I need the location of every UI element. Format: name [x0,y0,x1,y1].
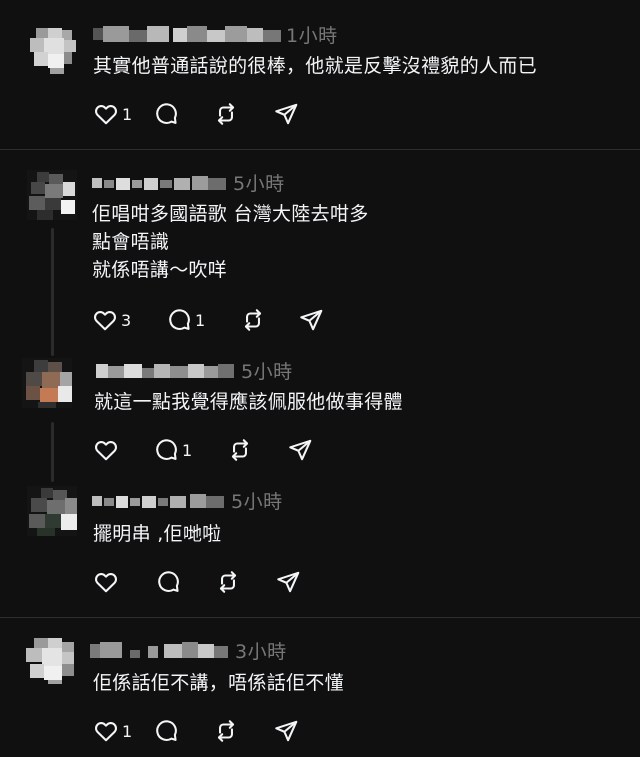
send-icon [289,439,312,461]
action-bar: 1 [93,718,313,744]
comment-bubble-icon [158,571,179,592]
like-button[interactable] [93,437,153,463]
comment-line: 其實他普通話說的很棒，他就是反擊沒禮貌的人而已 [93,55,537,77]
avatar[interactable] [28,24,78,74]
comment-bubble-icon [156,720,177,741]
send-icon [275,103,298,125]
divider [0,149,640,150]
send-icon [300,309,323,331]
like-button[interactable] [93,569,155,595]
reply-button[interactable]: 1 [153,437,227,463]
action-bar: 3 1 [92,307,338,333]
share-button[interactable] [273,718,313,744]
thread-line [51,228,54,356]
thread-line [51,422,54,482]
repost-icon [244,309,262,331]
action-bar: 1 [93,101,313,127]
like-count: 1 [122,104,133,124]
comment-line: 點會唔識 [92,231,170,253]
like-count: 1 [122,721,133,741]
reply-button[interactable] [153,718,213,744]
reply-count: 1 [182,440,193,460]
share-button[interactable] [298,307,338,333]
heart-icon [95,722,117,742]
like-button[interactable]: 1 [93,718,153,744]
divider [0,617,640,618]
reply-button[interactable] [153,101,213,127]
timestamp: 3小時 [235,640,287,663]
timestamp: 1小時 [286,24,338,47]
reply-count: 1 [195,310,206,330]
username[interactable] [96,360,238,380]
repost-button[interactable] [227,437,287,463]
like-count: 3 [121,310,132,330]
heart-icon [95,441,117,461]
repost-icon [217,720,235,742]
timestamp: 5小時 [241,360,293,383]
timestamp: 5小時 [233,172,285,195]
repost-button[interactable] [213,718,273,744]
comment-bubble-icon [169,309,190,330]
share-button[interactable] [275,569,315,595]
comment-text: 佢係話佢不講，唔係話佢不懂 [93,669,344,697]
comment-text: 就這一點我覺得應該佩服他做事得體 [94,388,403,416]
username[interactable] [93,24,283,44]
comment-bubble-icon [156,439,177,460]
avatar[interactable] [22,358,72,408]
repost-button[interactable] [240,307,298,333]
comment-line: 佢係話佢不講，唔係話佢不懂 [93,672,344,694]
reply-button[interactable] [155,569,215,595]
repost-icon [217,103,235,125]
action-bar [93,569,315,595]
avatar[interactable] [27,486,77,536]
share-button[interactable] [287,437,327,463]
username[interactable] [90,640,232,660]
comment-text: 佢唱咁多國語歌 台灣大陸去咁多 點會唔識 就係唔講～吹咩 [92,200,369,284]
comment-line: 就這一點我覺得應該佩服他做事得體 [94,391,403,413]
comment-line: 就係唔講～吹咩 [92,259,228,281]
send-icon [277,571,300,593]
like-button[interactable]: 3 [92,307,166,333]
timestamp: 5小時 [231,490,283,513]
reply-button[interactable]: 1 [166,307,240,333]
heart-icon [94,311,116,331]
like-button[interactable]: 1 [93,101,153,127]
send-icon [275,720,298,742]
repost-button[interactable] [215,569,275,595]
comment-text: 擺明串 ,佢哋啦 [93,520,221,548]
heart-icon [95,573,117,593]
action-bar: 1 [93,437,327,463]
repost-icon [219,571,237,593]
comment-text: 其實他普通話說的很棒，他就是反擊沒禮貌的人而已 [93,52,537,80]
comment-bubble-icon [156,103,177,124]
comment-line: 擺明串 ,佢哋啦 [93,523,222,545]
heart-icon [95,105,117,125]
username[interactable] [92,172,230,192]
username[interactable] [92,490,228,510]
repost-icon [231,439,249,461]
avatar[interactable] [24,634,74,684]
share-button[interactable] [273,101,313,127]
repost-button[interactable] [213,101,273,127]
comment-line: 佢唱咁多國語歌 台灣大陸去咁多 [92,203,369,225]
avatar[interactable] [27,170,77,220]
